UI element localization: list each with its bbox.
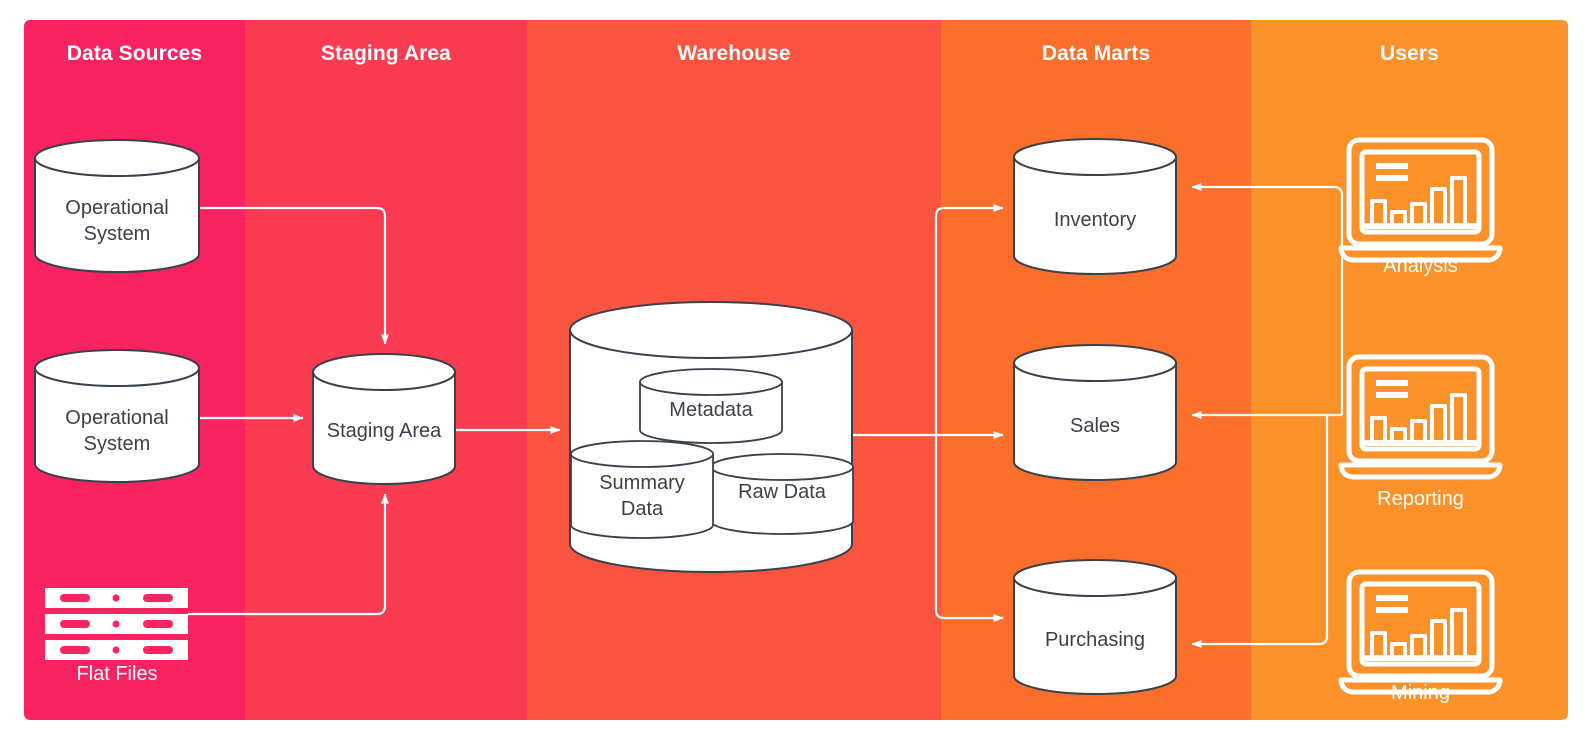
- lane-title-warehouse: Warehouse: [677, 42, 791, 65]
- lane-title-users: Users: [1380, 42, 1439, 65]
- caption-reporting: Reporting: [1377, 488, 1464, 510]
- lane-data-marts[interactable]: Data Marts: [941, 20, 1251, 720]
- lane-users[interactable]: Users: [1251, 20, 1568, 720]
- lane-staging-area[interactable]: Staging Area: [245, 20, 527, 720]
- lane-warehouse[interactable]: Warehouse: [527, 20, 941, 720]
- lane-title-data-marts: Data Marts: [1041, 42, 1151, 65]
- caption-flat-files: Flat Files: [76, 663, 158, 685]
- caption-analysis: Analysis: [1383, 255, 1458, 277]
- lane-title-staging-area: Staging Area: [321, 42, 451, 65]
- caption-mining: Mining: [1391, 682, 1450, 704]
- lane-title-data-sources: Data Sources: [66, 42, 203, 65]
- diagram-canvas: Data Sources Staging Area Warehouse Data…: [0, 0, 1592, 754]
- lane-data-sources[interactable]: Data Sources: [24, 20, 245, 720]
